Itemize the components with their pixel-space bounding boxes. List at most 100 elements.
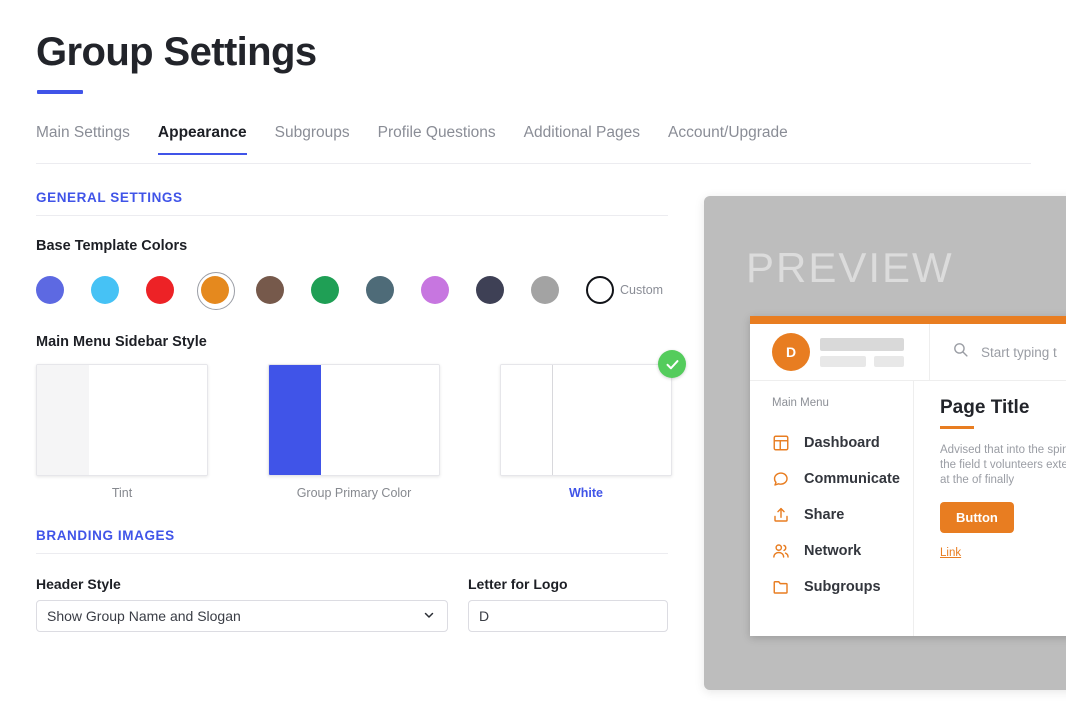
swatch-green[interactable] [311, 272, 366, 308]
preview-menu-item-subgroups[interactable]: Subgroups [772, 569, 913, 605]
folder-icon [772, 578, 790, 596]
tab-additional-pages[interactable]: Additional Pages [510, 124, 654, 154]
swatch-dot-red[interactable] [146, 276, 174, 304]
sidebar-style-caption-white: White [568, 486, 604, 500]
swatch-dot-orange[interactable] [201, 276, 229, 304]
group-settings-page: Group Settings Main Settings Appearance … [0, 0, 1066, 710]
swatch-gray[interactable] [531, 272, 586, 308]
base-template-colors-label: Base Template Colors [36, 238, 188, 254]
tab-profile-questions[interactable]: Profile Questions [364, 124, 510, 154]
swatch-red[interactable] [146, 272, 201, 308]
letter-for-logo-label: Letter for Logo [468, 576, 568, 592]
preview-sidebar: Main Menu Dashboard Communicate Share Ne… [750, 381, 914, 636]
preview-content-title: Page Title [940, 397, 1030, 418]
preview-search-area[interactable]: Start typing t [930, 324, 1066, 380]
sidebar-style-card-white[interactable] [500, 364, 672, 476]
base-template-colors-swatches: Custom [36, 272, 668, 310]
preview-name-placeholder [820, 337, 904, 367]
swatch-sky-blue[interactable] [91, 272, 146, 308]
card-strip-tint [37, 365, 89, 475]
chevron-down-icon[interactable] [423, 608, 435, 624]
search-input-placeholder[interactable]: Start typing t [981, 345, 1057, 360]
swatch-slate-blue[interactable] [366, 272, 421, 308]
sidebar-style-option-primary[interactable]: Group Primary Color [268, 364, 440, 500]
title-accent-underline [37, 90, 83, 94]
preview-panel: PREVIEW D Start typing t Main Menu Dashb… [704, 196, 1066, 690]
swatch-dot-gray[interactable] [531, 276, 559, 304]
sidebar-style-option-tint[interactable]: Tint [36, 364, 208, 500]
swatch-dot-dark-navy[interactable] [476, 276, 504, 304]
sidebar-style-label: Main Menu Sidebar Style [36, 334, 207, 350]
preview-topbar: D Start typing t [750, 324, 1066, 380]
swatch-dot-slate-blue[interactable] [366, 276, 394, 304]
swatch-dot-sky-blue[interactable] [91, 276, 119, 304]
page-title: Group Settings [36, 30, 317, 74]
preview-menu-item-share[interactable]: Share [772, 497, 913, 533]
letter-for-logo-field: Letter for Logo D [468, 576, 668, 632]
swatch-dot-orchid[interactable] [421, 276, 449, 304]
swatch-orchid[interactable] [421, 272, 476, 308]
settings-tabbar: Main Settings Appearance Subgroups Profi… [36, 124, 1031, 164]
placeholder-bar-small-2 [874, 355, 904, 367]
card-body-white [553, 365, 671, 475]
tab-subgroups[interactable]: Subgroups [261, 124, 364, 154]
general-settings-heading: GENERAL SETTINGS [36, 190, 668, 216]
dashboard-icon [772, 434, 790, 452]
selected-check-icon [658, 350, 686, 378]
branding-images-heading: BRANDING IMAGES [36, 528, 668, 554]
letter-for-logo-value: D [479, 608, 490, 624]
preview-menu-item-communicate[interactable]: Communicate [772, 461, 913, 497]
tab-main-settings[interactable]: Main Settings [36, 124, 144, 154]
preview-body: Main Menu Dashboard Communicate Share Ne… [750, 380, 1066, 636]
sidebar-style-card-tint[interactable] [36, 364, 208, 476]
card-strip-primary [269, 365, 321, 475]
card-body-tint [89, 365, 207, 475]
preview-menu-label-network: Network [804, 543, 862, 559]
sidebar-style-caption-primary: Group Primary Color [296, 486, 412, 500]
header-style-select[interactable]: Show Group Name and Slogan [36, 600, 448, 632]
tab-account-upgrade[interactable]: Account/Upgrade [654, 124, 802, 154]
swatch-custom[interactable]: Custom [586, 272, 663, 308]
preview-menu-label-dashboard: Dashboard [804, 435, 880, 451]
sidebar-style-caption-tint: Tint [111, 486, 133, 500]
settings-left-column: GENERAL SETTINGS Base Template Colors Cu… [36, 190, 686, 632]
swatch-indigo[interactable] [36, 272, 91, 308]
card-strip-white [501, 365, 553, 475]
sidebar-style-option-white[interactable]: White [500, 350, 686, 500]
placeholder-bar-small-1 [820, 355, 866, 367]
header-style-value: Show Group Name and Slogan [47, 608, 241, 624]
tab-appearance[interactable]: Appearance [144, 124, 261, 155]
header-style-field: Header Style Show Group Name and Slogan [36, 576, 448, 632]
swatch-orange-selected[interactable] [197, 272, 256, 310]
avatar: D [772, 333, 810, 371]
preview-content-body: Advised that into the spineless, the fie… [940, 444, 1066, 486]
preview-link[interactable]: Link [940, 547, 961, 559]
sidebar-style-card-primary[interactable] [268, 364, 440, 476]
branding-form-row: Header Style Show Group Name and Slogan … [36, 576, 668, 632]
preview-brand-area: D [750, 324, 930, 380]
preview-mock-app: D Start typing t Main Menu Dashboard Com… [750, 316, 1066, 636]
sidebar-style-options: Tint Group Primary Color White [36, 350, 686, 500]
preview-primary-button[interactable]: Button [940, 502, 1014, 533]
swatch-dark-navy[interactable] [476, 272, 531, 308]
preview-menu-item-dashboard[interactable]: Dashboard [772, 425, 913, 461]
preview-menu-label-share: Share [804, 507, 845, 523]
preview-watermark: PREVIEW [746, 244, 954, 291]
preview-menu-label-communicate: Communicate [804, 471, 900, 487]
swatch-dot-brown[interactable] [256, 276, 284, 304]
people-icon [772, 542, 790, 560]
swatch-brown[interactable] [256, 272, 311, 308]
swatch-dot-green[interactable] [311, 276, 339, 304]
search-icon [952, 341, 969, 363]
preview-accent-bar [750, 316, 1066, 324]
swatch-dot-indigo[interactable] [36, 276, 64, 304]
swatch-dot-custom[interactable] [586, 276, 614, 304]
letter-for-logo-input[interactable]: D [468, 600, 668, 632]
preview-content: Page Title Advised that into the spinele… [914, 381, 1066, 636]
chat-bubble-icon [772, 470, 790, 488]
preview-title-underline [940, 426, 974, 429]
preview-menu-label-subgroups: Subgroups [804, 579, 881, 595]
placeholder-bar-row [820, 355, 904, 367]
custom-color-label: Custom [620, 283, 664, 297]
preview-menu-item-network[interactable]: Network [772, 533, 913, 569]
